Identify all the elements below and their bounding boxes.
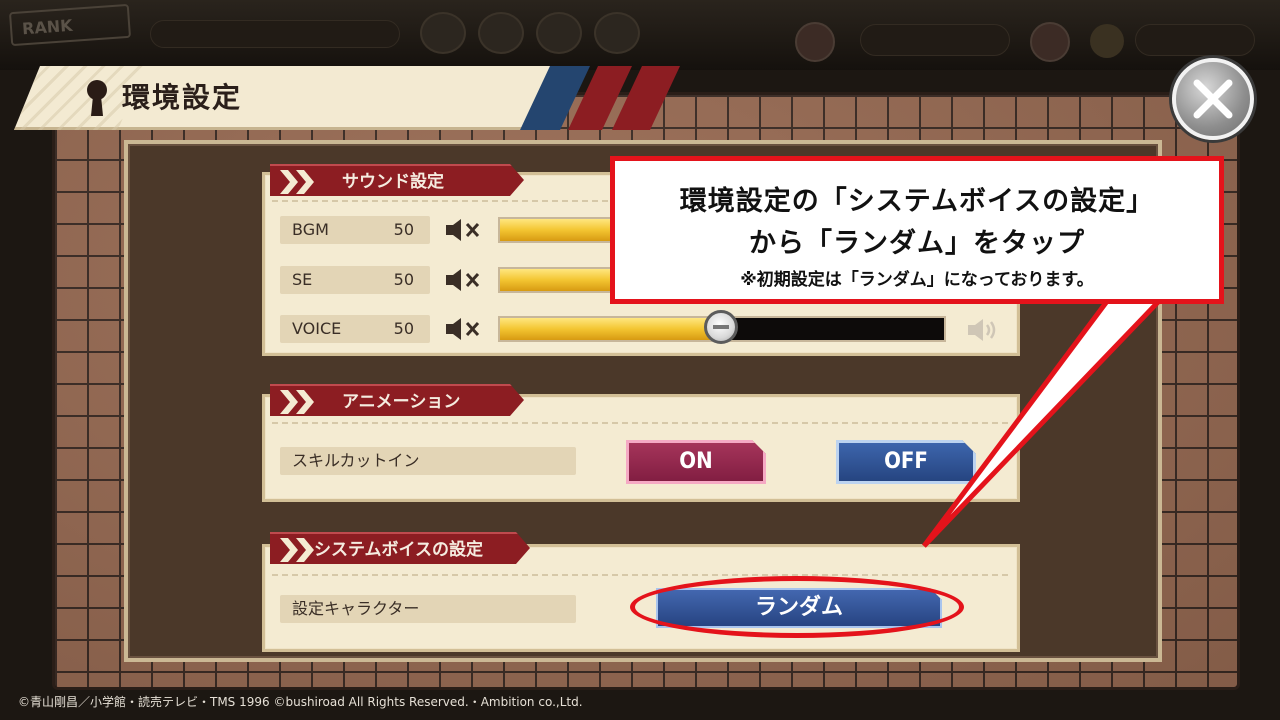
background-avatars [420,12,640,54]
close-button[interactable] [1172,58,1254,140]
callout-line: から「ランダム」をタップ [749,228,1085,259]
divider [272,574,1008,576]
voice-slider-knob[interactable] [704,310,738,344]
sound-section-tag: サウンド設定 [270,164,524,196]
se-label: SE 50 [280,266,430,294]
se-value: 50 [393,270,414,289]
avatar [594,12,640,54]
avatar [478,12,524,54]
avatar [420,12,466,54]
sound-section-title: サウンド設定 [342,172,444,192]
bgm-value: 50 [393,220,414,239]
skill-cutin-on-button[interactable]: ON [626,440,766,484]
voice-label: VOICE 50 [280,315,430,343]
callout-line: 環境設定の「システムボイスの設定」 [679,186,1155,217]
divider [272,422,1008,424]
instruction-callout: 環境設定の「システムボイスの設定」 から「ランダム」をタップ ※初期設定は「ラン… [610,156,1224,304]
skill-cutin-label: スキルカットイン [280,447,576,475]
plus-icon [1030,22,1070,62]
animation-section-title: アニメーション [342,392,461,412]
skill-cutin-off-button[interactable]: OFF [836,440,976,484]
background-bar [1135,24,1255,56]
bgm-label: BGM 50 [280,216,430,244]
speaker-mute-icon[interactable] [444,266,484,294]
avatar [536,12,582,54]
background-bar [150,20,400,48]
system-voice-section-title: システムボイスの設定 [314,540,483,560]
keyhole-icon [86,80,108,116]
voice-value: 50 [393,319,414,338]
close-icon [1193,79,1233,119]
page-title: 環境設定 [122,81,243,114]
system-voice-section-tag: システムボイスの設定 [270,532,530,564]
copyright-text: ©青山剛昌／小学館・読売テレビ・TMS 1996 ©bushiroad All … [18,695,583,709]
voice-slider[interactable] [498,310,946,344]
speaker-mute-icon[interactable] [444,315,484,343]
plus-icon [795,22,835,62]
animation-section-tag: アニメーション [270,384,524,416]
highlight-oval [630,576,964,638]
gem-counter [860,24,1010,56]
speaker-mute-icon[interactable] [444,216,484,244]
callout-note: ※初期設定は「ランダム」になっております。 [740,270,1094,290]
speaker-icon [968,319,996,341]
voice-character-label: 設定キャラクター [280,595,576,623]
coin-icon [1090,24,1124,58]
